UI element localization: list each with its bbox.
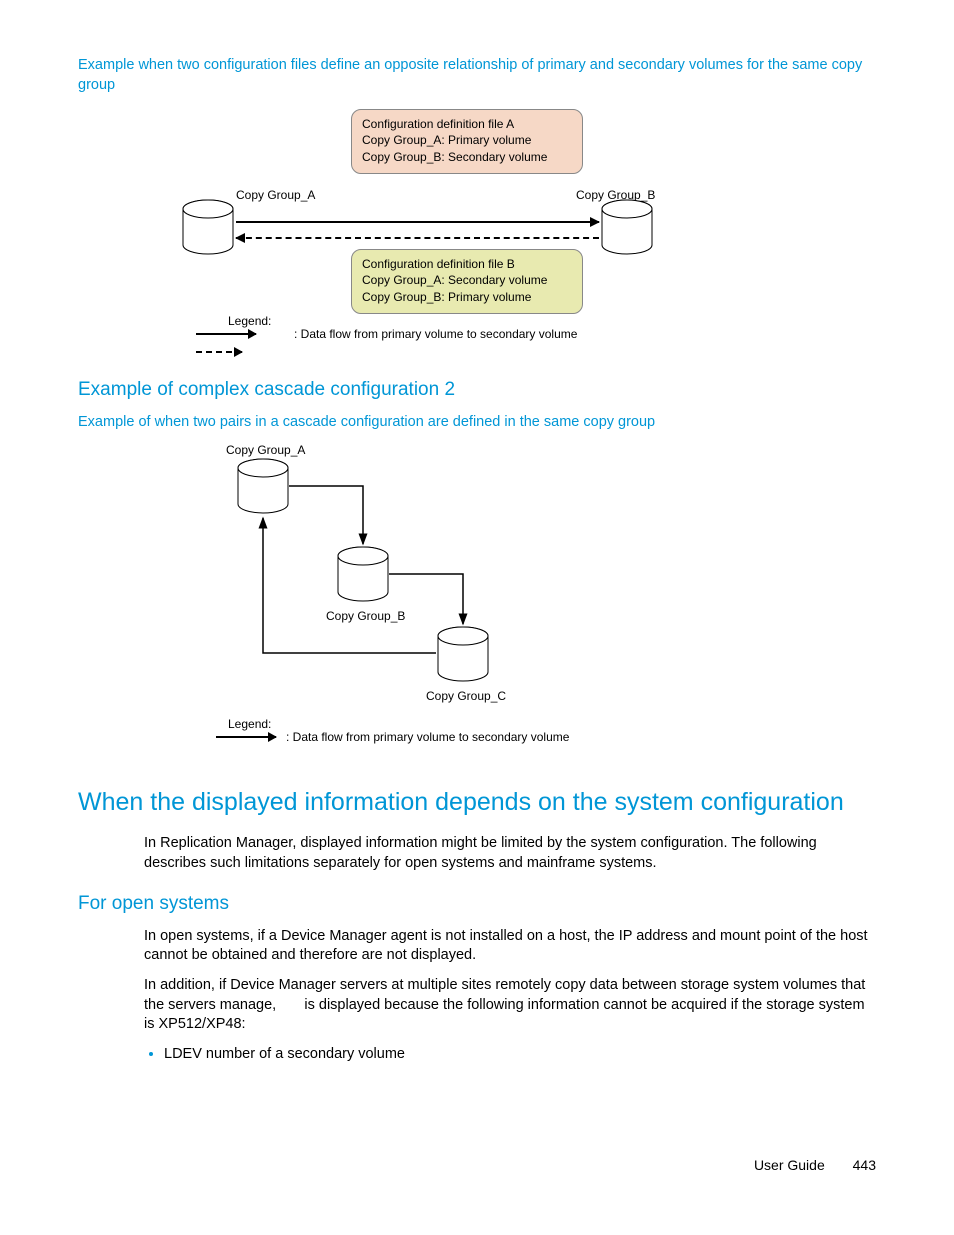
fig2-arrows-icon — [156, 438, 676, 708]
system-config-paragraph: In Replication Manager, displayed inform… — [78, 834, 876, 873]
legend-solid-arrow-icon — [196, 333, 256, 335]
figure-2-caption: Example of when two pairs in a cascade c… — [78, 413, 876, 433]
figure-1: Configuration definition file A Copy Gro… — [156, 99, 836, 359]
page-footer: User Guide 443 — [754, 1156, 876, 1175]
config-file-a-box: Configuration definition file A Copy Gro… — [351, 109, 583, 174]
legend-text: : Data flow from primary volume to secon… — [294, 326, 577, 342]
config-a-title: Configuration definition file A — [362, 116, 572, 132]
legend-dashed-arrow-icon — [196, 351, 242, 353]
cylinder-b-icon — [600, 199, 654, 257]
fig2-legend-arrow-icon — [216, 736, 276, 738]
solid-arrow-icon — [236, 221, 599, 223]
heading-system-config: When the displayed information depends o… — [78, 786, 876, 820]
bullet-ldev: LDEV number of a secondary volume — [164, 1045, 876, 1065]
config-b-title: Configuration definition file B — [362, 256, 572, 272]
open-systems-p2: In addition, if Device Manager servers a… — [78, 976, 876, 1035]
figure-2: Copy Group_A Copy Group_B Copy Group_ — [156, 438, 676, 758]
config-b-line2: Copy Group_B: Primary volume — [362, 289, 572, 305]
copy-group-a-label: Copy Group_A — [236, 187, 315, 203]
fig2-legend-label: Legend: — [228, 716, 271, 732]
heading-open-systems: For open systems — [78, 891, 876, 917]
config-b-line1: Copy Group_A: Secondary volume — [362, 272, 572, 288]
cylinder-a-icon — [181, 199, 235, 257]
heading-cascade-2: Example of complex cascade configuration… — [78, 377, 876, 403]
config-a-line1: Copy Group_A: Primary volume — [362, 132, 572, 148]
footer-label: User Guide — [754, 1157, 825, 1173]
footer-page-number: 443 — [853, 1157, 876, 1173]
figure-1-caption: Example when two configuration files def… — [78, 56, 876, 95]
config-file-b-box: Configuration definition file B Copy Gro… — [351, 249, 583, 314]
legend-label: Legend: — [228, 313, 271, 329]
open-systems-bullets: LDEV number of a secondary volume — [78, 1045, 876, 1065]
fig2-legend-text: : Data flow from primary volume to secon… — [286, 729, 569, 745]
config-a-line2: Copy Group_B: Secondary volume — [362, 149, 572, 165]
dashed-arrow-icon — [236, 237, 599, 239]
open-systems-p1: In open systems, if a Device Manager age… — [78, 927, 876, 966]
